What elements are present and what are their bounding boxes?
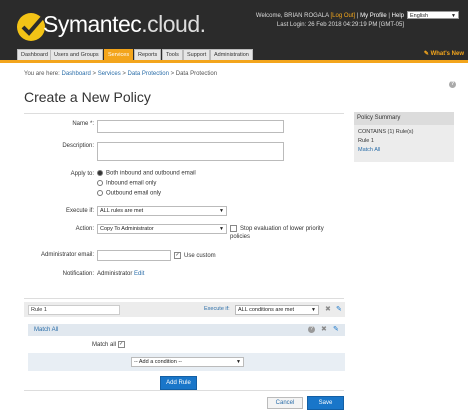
description-input[interactable] bbox=[97, 142, 284, 161]
rule-execute-if-label: Execute if: bbox=[204, 306, 230, 312]
accent-bar bbox=[0, 60, 468, 63]
notification-label: Notification: bbox=[62, 271, 94, 277]
cancel-button[interactable]: Cancel bbox=[267, 397, 303, 409]
description-label: Description: bbox=[62, 143, 94, 149]
add-rule-button[interactable]: Add Rule bbox=[160, 376, 197, 390]
summary-match-link[interactable]: Match All bbox=[358, 147, 380, 153]
checkbox-icon bbox=[230, 225, 237, 232]
logout-link[interactable]: [Log Out] bbox=[330, 13, 355, 19]
condition-group-title: Match All bbox=[34, 327, 59, 333]
edit-rule-icon[interactable]: ✎ bbox=[336, 305, 342, 313]
rule-name-input[interactable]: Rule 1 bbox=[28, 305, 120, 315]
summary-rule: Rule 1 bbox=[358, 138, 374, 144]
chevron-down-icon: ▼ bbox=[219, 226, 224, 232]
breadcrumb: You are here: Dashboard > Services > Dat… bbox=[24, 71, 218, 77]
action-label: Action: bbox=[75, 226, 94, 232]
summary-contains: CONTAINS (1) Rule(s) bbox=[358, 129, 414, 135]
help-link[interactable]: Help bbox=[392, 13, 404, 19]
delete-group-icon[interactable]: ✖ bbox=[321, 325, 327, 333]
divider bbox=[24, 390, 344, 391]
condition-group-header: Match All ? ✖ ✎ bbox=[28, 324, 345, 336]
execute-if-select[interactable]: ALL rules are met ▼ bbox=[97, 206, 227, 216]
use-custom-checkbox[interactable]: ✓ Use custom bbox=[174, 252, 216, 259]
radio-icon bbox=[97, 190, 103, 196]
checkmark-icon: ✓ bbox=[174, 252, 181, 259]
welcome-block: Welcome, BRIAN ROGALA [Log Out] | My Pro… bbox=[255, 13, 404, 28]
apply-both-radio[interactable]: Both inbound and outbound email bbox=[97, 170, 196, 177]
action-select[interactable]: Copy To Administrator ▼ bbox=[97, 224, 227, 234]
radio-selected-icon bbox=[97, 170, 103, 176]
breadcrumb-dashboard[interactable]: Dashboard bbox=[61, 71, 90, 77]
breadcrumb-current: Data Protection bbox=[175, 71, 218, 77]
policy-summary-title: Policy Summary bbox=[354, 112, 454, 125]
whats-new-link[interactable]: ✎ What's New bbox=[424, 50, 464, 57]
checkmark-icon: ✓ bbox=[117, 341, 125, 348]
help-icon[interactable]: ? bbox=[308, 326, 315, 333]
breadcrumb-services[interactable]: Services bbox=[98, 71, 121, 77]
name-input[interactable] bbox=[97, 120, 284, 133]
notification-value: Administrator Edit bbox=[97, 271, 145, 277]
chevron-down-icon: ▼ bbox=[311, 307, 316, 313]
language-select[interactable]: English ▼ bbox=[407, 11, 459, 19]
policy-form: Name *: Description: Apply to: Both inbo… bbox=[24, 113, 344, 299]
breadcrumb-data-protection[interactable]: Data Protection bbox=[128, 71, 169, 77]
add-condition-select[interactable]: -- Add a condition -- ▼ bbox=[131, 357, 244, 367]
policy-summary-panel: Policy Summary CONTAINS (1) Rule(s) Rule… bbox=[354, 112, 454, 162]
admin-email-input[interactable] bbox=[97, 250, 171, 261]
apply-outbound-radio[interactable]: Outbound email only bbox=[97, 190, 161, 197]
edit-group-icon[interactable]: ✎ bbox=[333, 325, 339, 333]
my-profile-link[interactable]: My Profile bbox=[360, 13, 387, 19]
admin-email-label: Administrator email: bbox=[40, 252, 94, 258]
rule-execute-if-select[interactable]: ALL conditions are met ▼ bbox=[235, 305, 319, 315]
chevron-down-icon: ▼ bbox=[236, 359, 241, 365]
help-icon[interactable]: ? bbox=[449, 81, 456, 88]
radio-icon bbox=[97, 180, 103, 186]
chevron-down-icon: ▼ bbox=[451, 13, 456, 19]
page-title: Create a New Policy bbox=[24, 89, 151, 105]
apply-to-label: Apply to: bbox=[70, 171, 94, 177]
apply-inbound-radio[interactable]: Inbound email only bbox=[97, 180, 156, 187]
megaphone-icon: ✎ bbox=[423, 51, 431, 57]
notification-edit-link[interactable]: Edit bbox=[134, 271, 144, 277]
execute-if-label: Execute if: bbox=[65, 208, 94, 214]
add-condition-row: -- Add a condition -- ▼ bbox=[28, 353, 345, 371]
delete-rule-icon[interactable]: ✖ bbox=[325, 305, 331, 313]
brand-name: Symantec.cloud. bbox=[43, 11, 206, 37]
save-button[interactable]: Save bbox=[307, 396, 344, 410]
last-login-text: Last Login: 26 Feb 2018 04:29:19 PM [GMT… bbox=[276, 22, 404, 28]
chevron-down-icon: ▼ bbox=[219, 208, 224, 214]
name-label: Name *: bbox=[72, 121, 94, 127]
match-all-checkbox[interactable]: Match all ✓ bbox=[92, 341, 128, 348]
rule-header: Rule 1 Execute if: ALL conditions are me… bbox=[24, 302, 345, 317]
stop-evaluation-checkbox[interactable]: Stop evaluation of lower priority polici… bbox=[230, 225, 342, 241]
welcome-text: Welcome, BRIAN ROGALA bbox=[255, 13, 329, 19]
